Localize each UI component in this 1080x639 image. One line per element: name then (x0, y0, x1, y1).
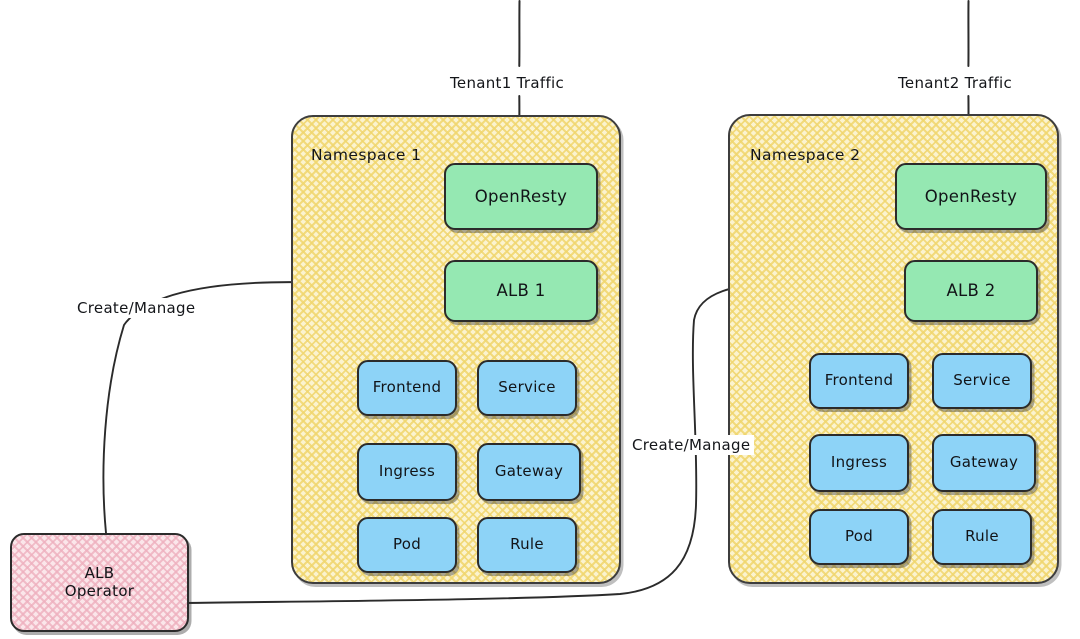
alb-operator-node[interactable]: ALB Operator (10, 533, 189, 632)
resource-node-gateway-ns1-label: Gateway (494, 462, 564, 481)
namespace-1-label: Namespace 1 (311, 146, 422, 164)
resource-node-pod-ns1-label: Pod (392, 535, 422, 554)
resource-node-service-ns2-label: Service (953, 371, 1011, 390)
resource-node-frontend-ns2[interactable]: Frontend (809, 353, 909, 409)
tenant1-traffic-label: Tenant1 Traffic (446, 73, 569, 93)
resource-node-pod-ns1[interactable]: Pod (357, 517, 457, 573)
resource-node-frontend-ns1[interactable]: Frontend (357, 360, 457, 416)
alb-1-node-label: ALB 1 (496, 281, 546, 301)
resource-node-gateway-ns2-label: Gateway (949, 453, 1019, 472)
resource-node-ingress-ns1[interactable]: Ingress (357, 443, 457, 501)
resource-node-service-ns1-label: Service (498, 378, 556, 397)
resource-node-rule-ns2-label: Rule (965, 527, 999, 546)
tenant2-traffic-label: Tenant2 Traffic (894, 73, 1017, 93)
resource-node-service-ns2[interactable]: Service (932, 353, 1032, 409)
resource-node-gateway-ns1[interactable]: Gateway (477, 443, 581, 501)
alb-2-node[interactable]: ALB 2 (904, 260, 1038, 322)
alb-operator-line2: Operator (64, 581, 135, 600)
alb-operator-line1: ALB (84, 563, 115, 582)
resource-node-ingress-ns2[interactable]: Ingress (809, 434, 909, 492)
openresty-node-ns1-label: OpenResty (474, 186, 568, 206)
resource-node-frontend-ns2-label: Frontend (824, 371, 894, 390)
alb-2-node-label: ALB 2 (946, 281, 996, 301)
resource-node-ingress-ns2-label: Ingress (830, 453, 888, 472)
resource-node-frontend-ns1-label: Frontend (372, 378, 442, 397)
resource-node-pod-ns2[interactable]: Pod (809, 509, 909, 565)
resource-node-ingress-ns1-label: Ingress (378, 462, 436, 481)
openresty-node-ns2-label: OpenResty (924, 186, 1018, 206)
namespace-2-label: Namespace 2 (750, 146, 861, 164)
resource-node-service-ns1[interactable]: Service (477, 360, 577, 416)
create-manage-label-ns2: Create/Manage (628, 435, 755, 455)
resource-node-rule-ns1[interactable]: Rule (477, 517, 577, 573)
resource-node-rule-ns2[interactable]: Rule (932, 509, 1032, 565)
architecture-diagram: Namespace 1 OpenResty ALB 1 Frontend Ser… (0, 0, 1080, 639)
resource-node-rule-ns1-label: Rule (510, 535, 544, 554)
alb-1-node[interactable]: ALB 1 (444, 260, 598, 322)
openresty-node-ns1[interactable]: OpenResty (444, 163, 598, 230)
resource-node-pod-ns2-label: Pod (844, 527, 874, 546)
openresty-node-ns2[interactable]: OpenResty (895, 163, 1047, 230)
create-manage-label-ns1: Create/Manage (73, 298, 200, 318)
resource-node-gateway-ns2[interactable]: Gateway (932, 434, 1036, 492)
